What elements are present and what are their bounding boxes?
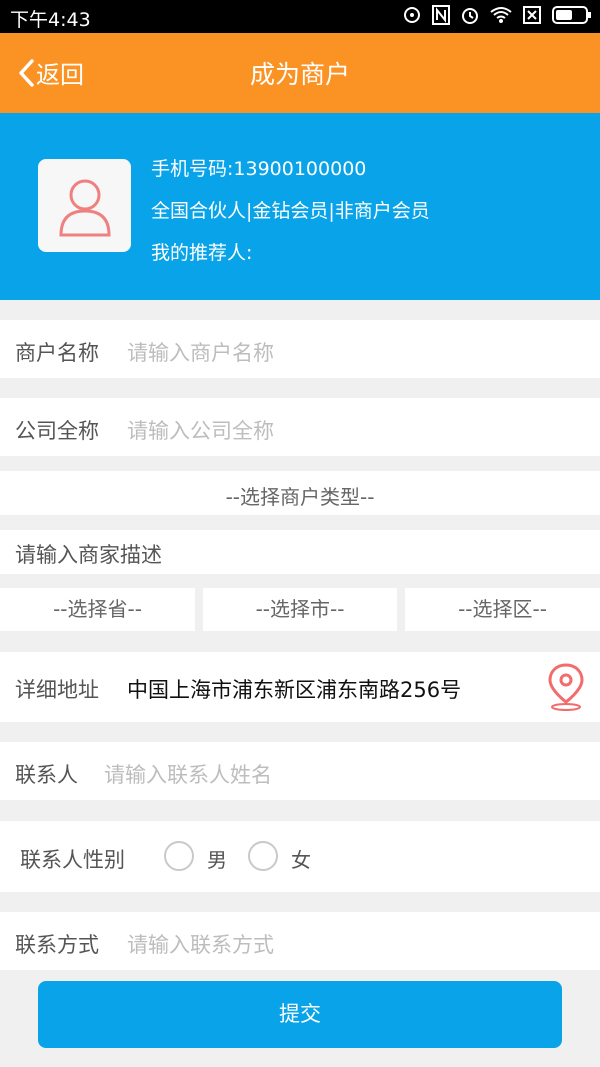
profile-referrer: 我的推荐人: (151, 242, 253, 264)
address-input[interactable]: 中国上海市浦东新区浦东南路256号 (127, 674, 461, 704)
nav-bar: 返回 成为商户 (0, 33, 600, 113)
gender-female-label[interactable]: 女 (291, 844, 311, 873)
profile-membership: 全国合伙人|金钻会员|非商户会员 (151, 200, 430, 222)
nfc-icon (432, 5, 450, 25)
wifi-icon (490, 7, 512, 23)
status-icons (402, 5, 592, 25)
gender-row: 联系人性别 男 女 (0, 821, 600, 892)
merchant-type-select[interactable]: --选择商户类型-- (0, 471, 600, 515)
district-select[interactable]: --选择区-- (405, 588, 600, 631)
user-icon (58, 179, 111, 236)
status-time: 下午4:43 (10, 9, 91, 31)
description-row[interactable]: 请输入商家描述 (0, 530, 600, 574)
alarm-icon (404, 7, 420, 23)
gender-male-radio[interactable] (164, 841, 194, 871)
address-label: 详细地址 (15, 678, 99, 702)
contact-input[interactable]: 请输入联系人姓名 (104, 759, 272, 789)
gender-male-label[interactable]: 男 (207, 844, 227, 873)
gender-label: 联系人性别 (20, 848, 125, 872)
location-pin-icon[interactable] (546, 662, 586, 712)
gender-female-radio[interactable] (248, 841, 278, 871)
contact-row[interactable]: 联系人 请输入联系人姓名 (0, 742, 600, 800)
merchant-name-label: 商户名称 (15, 341, 99, 365)
page-title: 成为商户 (249, 60, 350, 89)
contact-phone-label: 联系方式 (15, 933, 99, 957)
company-name-label: 公司全称 (15, 419, 99, 443)
city-select[interactable]: --选择市-- (203, 588, 397, 631)
company-name-input[interactable]: 请输入公司全称 (127, 415, 274, 445)
province-select[interactable]: --选择省-- (0, 588, 195, 631)
merchant-name-input[interactable]: 请输入商户名称 (127, 337, 274, 367)
contact-phone-input[interactable]: 请输入联系方式 (127, 929, 274, 959)
profile-phone: 手机号码:13900100000 (151, 158, 367, 180)
company-name-row[interactable]: 公司全称 请输入公司全称 (0, 398, 600, 456)
clock-icon (462, 8, 478, 24)
sim-icon (523, 6, 541, 24)
avatar[interactable] (38, 159, 131, 252)
status-bar: 下午4:43 (0, 0, 600, 33)
submit-button[interactable]: 提交 (38, 981, 562, 1048)
contact-phone-row[interactable]: 联系方式 请输入联系方式 (0, 912, 600, 970)
merchant-name-row[interactable]: 商户名称 请输入商户名称 (0, 320, 600, 378)
contact-label: 联系人 (15, 763, 78, 787)
profile-card: 手机号码:13900100000 全国合伙人|金钻会员|非商户会员 我的推荐人: (0, 113, 600, 300)
battery-icon (552, 6, 591, 24)
description-input[interactable]: 请输入商家描述 (15, 539, 162, 569)
address-row[interactable]: 详细地址 中国上海市浦东新区浦东南路256号 (0, 652, 600, 722)
merchant-type-value: --选择商户类型-- (225, 485, 375, 509)
